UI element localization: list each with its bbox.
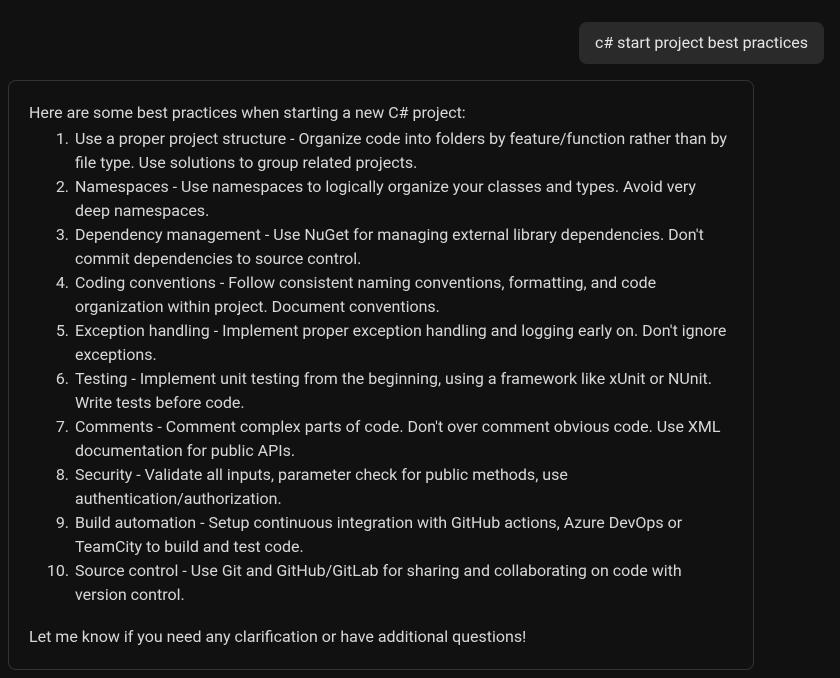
list-item: Testing - Implement unit testing from th…: [73, 367, 733, 415]
list-item: Namespaces - Use namespaces to logically…: [73, 175, 733, 223]
list-item: Dependency management - Use NuGet for ma…: [73, 223, 733, 271]
list-item: Exception handling - Implement proper ex…: [73, 319, 733, 367]
list-item: Security - Validate all inputs, paramete…: [73, 463, 733, 511]
assistant-outro: Let me know if you need any clarificatio…: [29, 625, 733, 649]
best-practices-list: Use a proper project structure - Organiz…: [29, 127, 733, 607]
assistant-message-bubble: Here are some best practices when starti…: [8, 80, 754, 670]
list-item: Source control - Use Git and GitHub/GitL…: [73, 559, 733, 607]
list-item: Build automation - Setup continuous inte…: [73, 511, 733, 559]
user-message-row: c# start project best practices: [8, 22, 832, 64]
user-message-text: c# start project best practices: [595, 33, 808, 52]
list-item: Comments - Comment complex parts of code…: [73, 415, 733, 463]
assistant-intro: Here are some best practices when starti…: [29, 101, 733, 125]
list-item: Coding conventions - Follow consistent n…: [73, 271, 733, 319]
chat-container: c# start project best practices Here are…: [0, 0, 840, 678]
list-item: Use a proper project structure - Organiz…: [73, 127, 733, 175]
user-message-bubble[interactable]: c# start project best practices: [579, 22, 824, 64]
